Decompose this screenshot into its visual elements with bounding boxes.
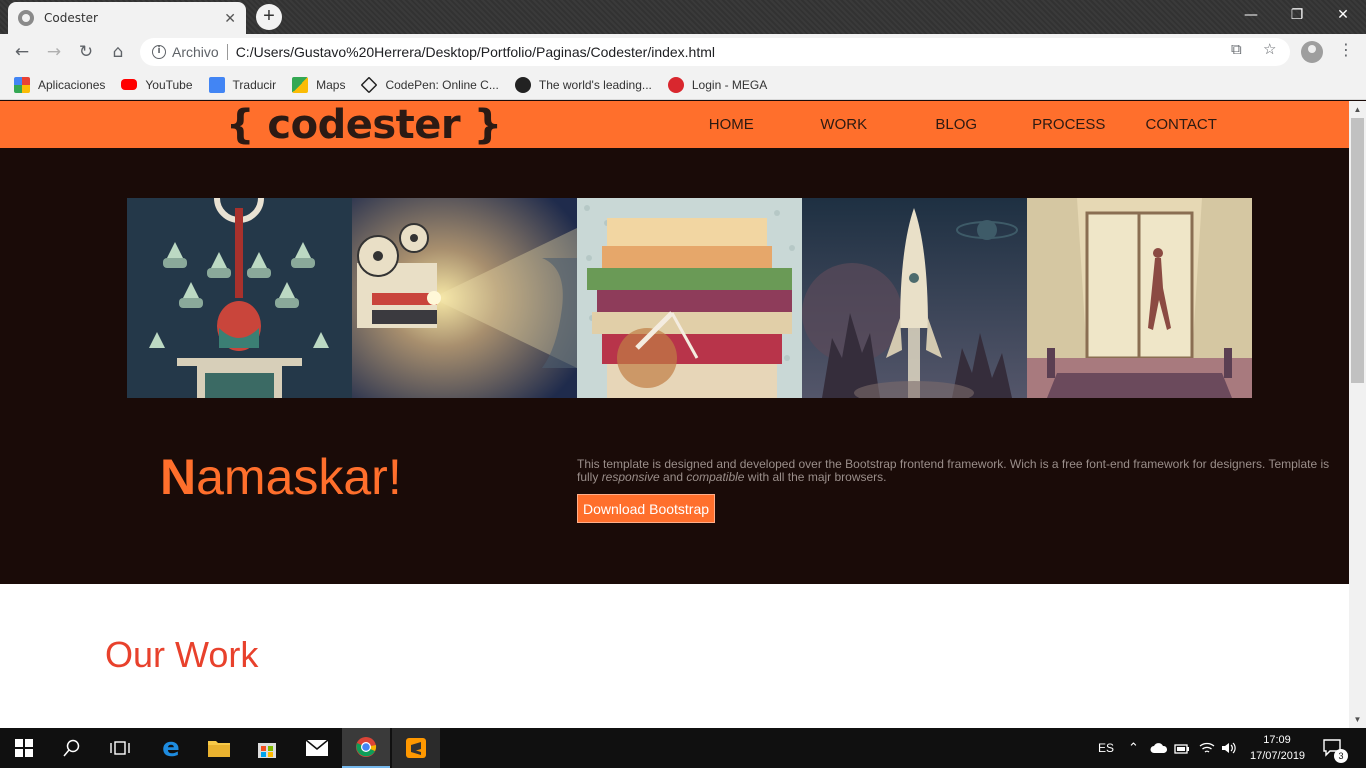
hero-section: Namaskar! This template is designed and … — [0, 148, 1349, 584]
gallery-image-books[interactable] — [577, 198, 802, 398]
address-url[interactable]: C:/Users/Gustavo%20Herrera/Desktop/Portf… — [236, 44, 715, 60]
bookmark-label: Maps — [316, 77, 346, 92]
forward-arrow-icon[interactable]: → — [42, 40, 66, 64]
bookmark-traducir[interactable]: Traducir — [208, 76, 277, 93]
maps-icon — [292, 76, 309, 93]
bookmark-codepen[interactable]: CodePen: Online C... — [360, 76, 499, 93]
tab-title: Codester — [44, 11, 98, 25]
bookmark-label: Login - MEGA — [691, 77, 768, 92]
bookmark-label: YouTube — [145, 77, 193, 92]
windows-taskbar: e ES ⌃ 17:09 17/07/2019 3 — [0, 728, 1366, 768]
bookmark-label: Aplicaciones — [38, 77, 106, 92]
gallery-image-rocket[interactable] — [802, 198, 1027, 398]
address-divider — [226, 44, 228, 60]
close-window-button[interactable]: ✕ — [1320, 0, 1366, 30]
windows-start-icon[interactable] — [0, 728, 48, 768]
our-work-section: Our Work — [0, 584, 1349, 728]
close-tab-icon[interactable]: ✕ — [224, 10, 236, 27]
github-icon — [514, 76, 531, 93]
chrome-icon[interactable] — [342, 728, 390, 768]
gallery-image-doorway[interactable] — [1027, 198, 1252, 398]
nav-work[interactable]: WORK — [788, 101, 901, 148]
file-explorer-icon[interactable] — [195, 728, 243, 768]
site-header: { codester } HOME WORK BLOG PROCESS CONT… — [0, 101, 1349, 148]
clock-time: 17:09 — [1263, 734, 1291, 746]
scroll-up-arrow-icon[interactable]: ▲ — [1349, 101, 1366, 118]
mail-icon[interactable] — [293, 728, 341, 768]
minimize-button[interactable]: — — [1228, 0, 1274, 30]
bookmark-aplicaciones[interactable]: Aplicaciones — [14, 76, 106, 93]
profile-avatar-icon[interactable] — [1301, 41, 1323, 63]
translate-icon[interactable]: ⧉ — [1231, 40, 1242, 58]
mega-icon — [667, 76, 684, 93]
nav-contact[interactable]: CONTACT — [1125, 101, 1238, 148]
home-icon[interactable]: ⌂ — [106, 40, 130, 64]
hero-heading: Namaskar! — [160, 448, 402, 506]
hero-heading-rest: amaskar! — [196, 449, 402, 505]
new-tab-button[interactable]: + — [256, 4, 282, 30]
notification-count-badge: 3 — [1334, 749, 1348, 763]
page-viewport: { codester } HOME WORK BLOG PROCESS CONT… — [0, 101, 1349, 728]
bookmark-mega[interactable]: Login - MEGA — [667, 76, 768, 93]
sublime-text-icon[interactable] — [392, 728, 440, 768]
bookmark-github[interactable]: The world's leading... — [514, 76, 652, 93]
globe-icon — [18, 10, 34, 26]
download-bootstrap-button[interactable]: Download Bootstrap — [577, 494, 715, 523]
nav-blog[interactable]: BLOG — [900, 101, 1013, 148]
clock-date: 17/07/2019 — [1250, 750, 1306, 762]
store-icon[interactable] — [243, 728, 291, 768]
site-logo[interactable]: { codester } — [226, 103, 502, 147]
apps-grid-icon — [14, 76, 30, 93]
bookmark-youtube[interactable]: YouTube — [121, 77, 193, 92]
wifi-icon[interactable] — [1199, 728, 1215, 768]
address-bar[interactable]: i Archivo C:/Users/Gustavo%20Herrera/Des… — [140, 38, 1290, 66]
battery-icon[interactable] — [1174, 728, 1190, 768]
hero-intro-text: This template is designed and developed … — [577, 458, 1337, 484]
bookmarks-bar: Aplicaciones YouTube Traducir Maps CodeP… — [0, 70, 1366, 100]
notifications-icon[interactable]: 3 — [1322, 728, 1348, 768]
menu-dots-icon[interactable]: ⋮ — [1336, 40, 1356, 59]
address-scheme-label: Archivo — [172, 44, 219, 60]
youtube-icon — [121, 79, 138, 90]
volume-icon[interactable] — [1221, 728, 1237, 768]
bookmark-label: CodePen: Online C... — [385, 77, 499, 92]
scroll-thumb[interactable] — [1351, 118, 1364, 383]
intro-emphasis-compatible: compatible — [686, 470, 745, 484]
page-scrollbar[interactable]: ▲ ▼ — [1349, 101, 1366, 728]
intro-text-part: and — [659, 470, 687, 484]
scroll-down-arrow-icon[interactable]: ▼ — [1349, 711, 1366, 728]
browser-toolbar: ← → ↻ ⌂ i Archivo C:/Users/Gustavo%20Her… — [0, 34, 1366, 70]
search-icon[interactable] — [48, 728, 96, 768]
onedrive-cloud-icon[interactable] — [1150, 728, 1168, 768]
taskbar-clock[interactable]: 17:09 17/07/2019 — [1250, 732, 1306, 764]
image-gallery — [127, 198, 1252, 398]
info-icon[interactable]: i — [152, 45, 166, 59]
reload-icon[interactable]: ↻ — [74, 40, 98, 64]
site-nav: HOME WORK BLOG PROCESS CONTACT — [675, 101, 1238, 148]
back-arrow-icon[interactable]: ← — [10, 40, 34, 64]
nav-process[interactable]: PROCESS — [1013, 101, 1126, 148]
bookmark-maps[interactable]: Maps — [292, 76, 346, 93]
bookmark-label: The world's leading... — [538, 77, 652, 92]
language-indicator[interactable]: ES — [1098, 728, 1114, 768]
browser-tab[interactable]: Codester ✕ — [8, 2, 246, 34]
gallery-image-projector[interactable] — [352, 198, 577, 398]
codepen-icon — [360, 76, 378, 93]
bookmark-star-icon[interactable]: ☆ — [1263, 40, 1276, 58]
nav-home[interactable]: HOME — [675, 101, 788, 148]
task-view-icon[interactable] — [96, 728, 144, 768]
gallery-image-lanterns[interactable] — [127, 198, 352, 398]
bookmark-label: Traducir — [232, 77, 277, 92]
hero-heading-first-letter: N — [160, 449, 197, 505]
chevron-up-icon[interactable]: ⌃ — [1128, 728, 1139, 768]
edge-browser-icon[interactable]: e — [147, 728, 195, 768]
intro-text-part: with all the majr browsers. — [744, 470, 887, 484]
intro-emphasis-responsive: responsive — [601, 470, 660, 484]
our-work-heading: Our Work — [105, 634, 259, 675]
restore-button[interactable]: ❐ — [1274, 0, 1320, 30]
translate-icon — [208, 76, 225, 93]
browser-titlebar: Codester ✕ + — ❐ ✕ — [0, 0, 1366, 34]
